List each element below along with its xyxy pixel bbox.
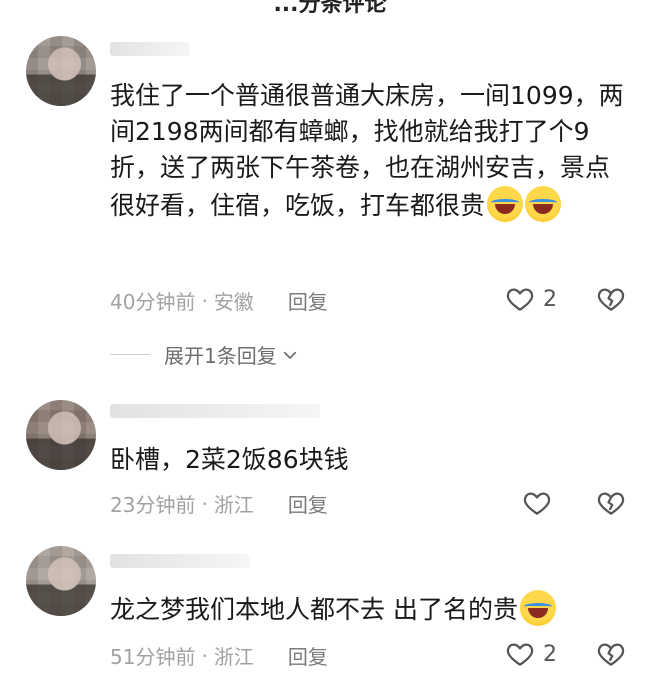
comment-location: 浙江 [213, 493, 254, 517]
separator-dot: · [201, 491, 208, 516]
heart-outline-icon [506, 288, 534, 311]
comment-text: 卧槽，2菜2饭86块钱 [110, 445, 349, 474]
broken-heart-icon [597, 492, 625, 515]
like-button[interactable]: 2 [505, 284, 557, 314]
comment-location: 浙江 [213, 645, 254, 669]
username-blurred[interactable] [110, 42, 190, 56]
reply-button[interactable]: 回复 [288, 641, 328, 670]
broken-heart-icon [597, 643, 625, 666]
comment-time: 40分钟前 [110, 290, 196, 314]
reply-button[interactable]: 回复 [288, 286, 328, 315]
like-button[interactable] [522, 488, 552, 518]
heart-outline-icon [506, 643, 534, 666]
dislike-button[interactable] [596, 284, 626, 318]
page-title: ...分条评论 [273, 0, 387, 17]
divider-line [110, 354, 150, 355]
broken-heart-icon [597, 288, 625, 311]
username-blurred[interactable] [110, 554, 250, 568]
crying-laughing-emoji-icon [519, 590, 556, 626]
expand-replies-label: 展开1条回复 [164, 344, 277, 368]
comment-meta: 23分钟前 · 浙江 回复 [110, 489, 328, 518]
dislike-button[interactable] [596, 488, 626, 522]
comment-time: 23分钟前 [110, 493, 196, 517]
comment-text: 龙之梦我们本地人都不去 出了名的贵 [110, 590, 630, 628]
avatar[interactable] [26, 36, 96, 106]
like-button[interactable]: 2 [505, 639, 557, 669]
comment-text: 我住了一个普通很普通大床房，一间1099，两间2198两间都有蟑螂，找他就给我打… [110, 81, 624, 222]
avatar[interactable] [26, 400, 96, 470]
dislike-button[interactable] [596, 639, 626, 673]
comment-meta: 51分钟前 · 浙江 回复 [110, 641, 328, 670]
crying-laughing-emoji-icon [525, 186, 562, 222]
comment-time: 51分钟前 [110, 645, 196, 669]
separator-dot: · [201, 288, 208, 313]
username-blurred[interactable] [110, 404, 320, 418]
like-count: 2 [543, 286, 557, 312]
crying-laughing-emoji-icon [487, 186, 524, 222]
reply-button[interactable]: 回复 [288, 489, 328, 518]
like-count: 2 [543, 641, 557, 667]
expand-replies-button[interactable]: 展开1条回复 [110, 340, 299, 369]
avatar[interactable] [26, 546, 96, 616]
chevron-down-icon [283, 351, 296, 359]
comment-meta: 40分钟前 · 安徽 回复 [110, 286, 328, 315]
heart-outline-icon [523, 492, 551, 515]
comment-location: 安徽 [213, 290, 254, 314]
separator-dot: · [201, 643, 208, 668]
